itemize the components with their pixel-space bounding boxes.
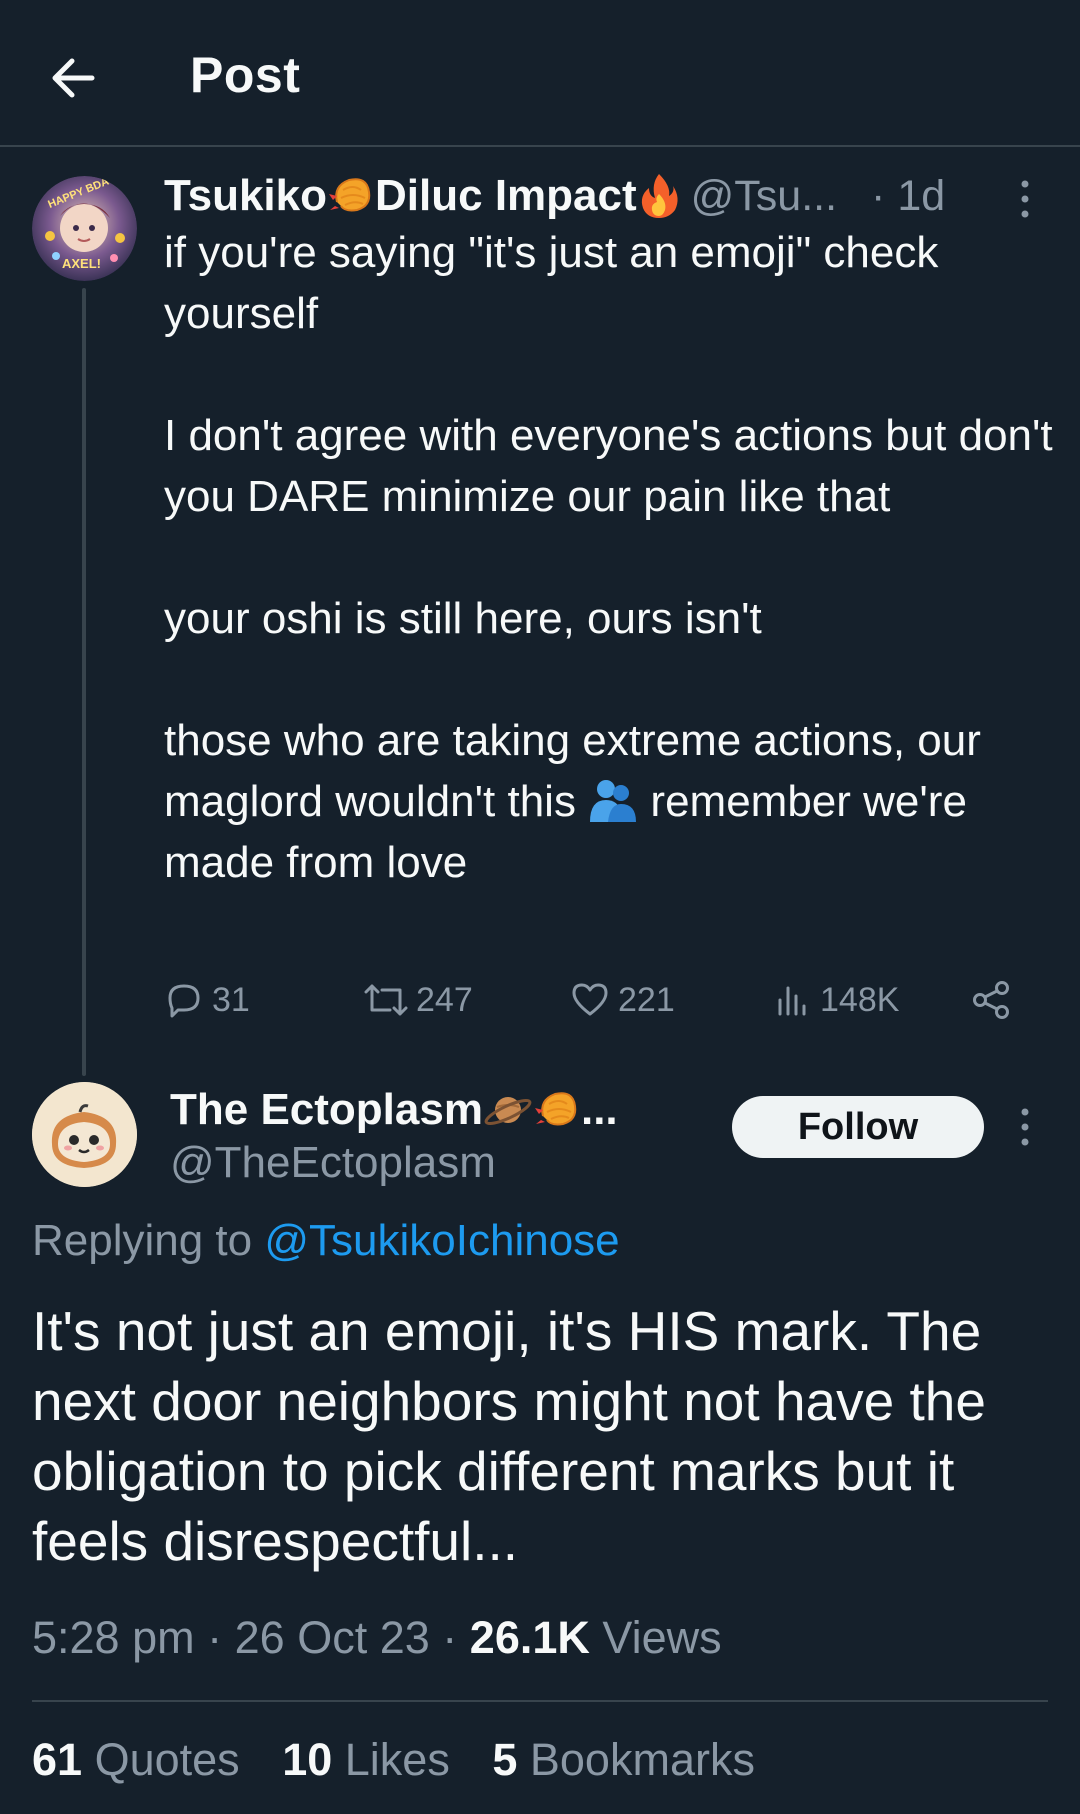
likes-count: 10 bbox=[282, 1734, 333, 1785]
replying-to: Replying to @TsukikoIchinose bbox=[32, 1216, 620, 1266]
mention-link[interactable]: @TsukikoIchinose bbox=[264, 1216, 619, 1265]
quotes-stat[interactable]: 61 Quotes bbox=[32, 1734, 240, 1785]
tweet-stats: 61 Quotes 10 Likes 5 Bookmarks bbox=[32, 1734, 785, 1786]
avatar[interactable] bbox=[32, 1082, 137, 1187]
views-button[interactable]: 148K bbox=[772, 970, 899, 1030]
tweet-time[interactable]: 5:28 pm bbox=[32, 1612, 195, 1663]
tweet-paragraph: those who are taking extreme actions, ou… bbox=[164, 710, 1054, 893]
views-count: 148K bbox=[820, 980, 900, 1019]
handle[interactable]: @Tsu... bbox=[691, 172, 837, 221]
avatar[interactable]: HAPPY BDAY AXEL! bbox=[32, 176, 137, 281]
shrimp-emoji-icon bbox=[329, 178, 371, 212]
follow-button[interactable]: Follow bbox=[732, 1096, 984, 1158]
fire-emoji-icon bbox=[641, 174, 678, 218]
reply-text: It's not just an emoji, it's HIS mark. T… bbox=[32, 1300, 986, 1572]
tweet-text: if you're saying "it's just an emoji" ch… bbox=[164, 222, 1054, 893]
reply-display-name-row[interactable]: The Ectoplasm ... bbox=[170, 1080, 618, 1140]
display-name-ellipsis: ... bbox=[580, 1085, 618, 1134]
tweet-header: Tsukiko Diluc Impact @Tsu... · 1d bbox=[164, 168, 1044, 224]
views-icon bbox=[778, 986, 806, 1016]
display-name[interactable]: Tsukiko bbox=[164, 171, 327, 221]
likes-label: Likes bbox=[344, 1734, 450, 1785]
repost-count: 247 bbox=[416, 980, 473, 1019]
replying-prefix: Replying to bbox=[32, 1216, 253, 1265]
tweet-actions: 31 247 221 148K bbox=[164, 970, 1034, 1030]
back-button[interactable] bbox=[48, 52, 100, 104]
views-label: Views bbox=[602, 1612, 722, 1663]
tweet-paragraph: your oshi is still here, ours isn't bbox=[164, 594, 762, 643]
separator: · bbox=[207, 1612, 223, 1663]
divider bbox=[32, 1700, 1048, 1702]
quotes-label: Quotes bbox=[94, 1734, 240, 1785]
likes-stat[interactable]: 10 Likes bbox=[282, 1734, 450, 1785]
thread-line bbox=[82, 288, 86, 1076]
separator: · bbox=[442, 1612, 458, 1663]
more-button[interactable] bbox=[1010, 176, 1040, 222]
share-button[interactable] bbox=[970, 970, 1020, 1030]
reply-icon bbox=[168, 984, 200, 1018]
more-button[interactable] bbox=[1010, 1104, 1040, 1150]
more-icon bbox=[1021, 180, 1029, 218]
handle[interactable]: @TheEctoplasm bbox=[170, 1138, 496, 1188]
tweet-date[interactable]: 26 Oct 23 bbox=[235, 1612, 430, 1663]
share-icon bbox=[973, 981, 1009, 1019]
page-title: Post bbox=[190, 47, 301, 103]
reply-button[interactable]: 31 bbox=[164, 970, 250, 1030]
views-count: 26.1K bbox=[469, 1612, 590, 1663]
top-bar: Post bbox=[0, 0, 1080, 147]
timestamp[interactable]: · 1d bbox=[871, 172, 945, 221]
hug-emoji-icon bbox=[590, 780, 637, 822]
tweet-paragraph: if you're saying "it's just an emoji" ch… bbox=[164, 228, 939, 338]
tweet-paragraph: I don't agree with everyone's actions bu… bbox=[164, 411, 1053, 521]
post-page: Post HAPPY BDAY AXEL! Tsukiko Diluc Impa… bbox=[0, 0, 1080, 1814]
tweet-meta: 5:28 pm · 26 Oct 23 · 26.1K Views bbox=[32, 1612, 722, 1664]
repost-button[interactable]: 247 bbox=[364, 970, 473, 1030]
bookmarks-count: 5 bbox=[492, 1734, 518, 1785]
quotes-count: 61 bbox=[32, 1734, 83, 1785]
back-arrow-icon bbox=[52, 58, 95, 98]
display-name-part2[interactable]: Diluc Impact bbox=[375, 171, 637, 221]
like-count: 221 bbox=[618, 980, 675, 1019]
avatar-text-bottom: AXEL! bbox=[62, 256, 101, 271]
bookmarks-stat[interactable]: 5 Bookmarks bbox=[492, 1734, 755, 1785]
planet-emoji-icon bbox=[484, 1097, 532, 1126]
reply-count: 31 bbox=[212, 980, 250, 1019]
more-icon bbox=[1021, 1108, 1029, 1146]
like-button[interactable]: 221 bbox=[570, 970, 675, 1030]
display-name: The Ectoplasm bbox=[170, 1085, 483, 1134]
shrimp-emoji-icon bbox=[534, 1092, 577, 1126]
like-icon bbox=[572, 983, 608, 1016]
bookmarks-label: Bookmarks bbox=[529, 1734, 755, 1785]
repost-icon bbox=[364, 984, 408, 1016]
